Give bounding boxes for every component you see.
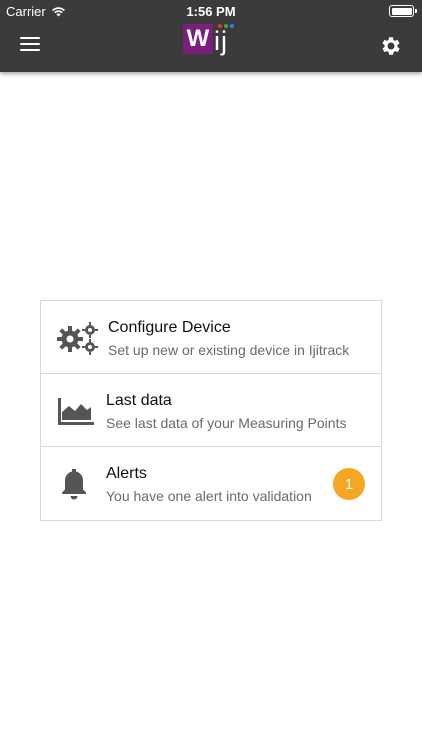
menu-item-alerts[interactable]: Alerts You have one alert into validatio… bbox=[41, 447, 381, 520]
app-bar: W ij bbox=[0, 22, 422, 72]
gear-icon[interactable] bbox=[379, 34, 403, 58]
menu-item-title: Alerts bbox=[106, 465, 147, 482]
app-logo: W ij bbox=[183, 24, 239, 64]
bell-icon bbox=[56, 467, 100, 501]
menu-item-last-data[interactable]: Last data See last data of your Measurin… bbox=[41, 374, 381, 447]
logo-dots bbox=[218, 24, 234, 28]
menu-item-subtitle: You have one alert into validation bbox=[106, 488, 312, 504]
area-chart-icon bbox=[56, 394, 100, 428]
logo-ij: ij bbox=[214, 26, 228, 56]
status-bar: Carrier 1:56 PM bbox=[0, 0, 422, 22]
menu-item-subtitle: See last data of your Measuring Points bbox=[106, 415, 347, 431]
gears-icon bbox=[56, 321, 100, 355]
hamburger-menu-icon[interactable] bbox=[20, 37, 40, 57]
alert-count-badge: 1 bbox=[333, 468, 365, 500]
status-time: 1:56 PM bbox=[186, 4, 236, 19]
menu-card: Configure Device Set up new or existing … bbox=[40, 300, 382, 521]
menu-item-title: Last data bbox=[106, 392, 172, 409]
menu-item-subtitle: Set up new or existing device in Ijitrac… bbox=[108, 342, 350, 358]
battery-icon bbox=[389, 5, 417, 17]
menu-item-configure-device[interactable]: Configure Device Set up new or existing … bbox=[41, 301, 381, 374]
logo-w: W bbox=[183, 24, 213, 54]
menu-item-title: Configure Device bbox=[108, 319, 231, 336]
